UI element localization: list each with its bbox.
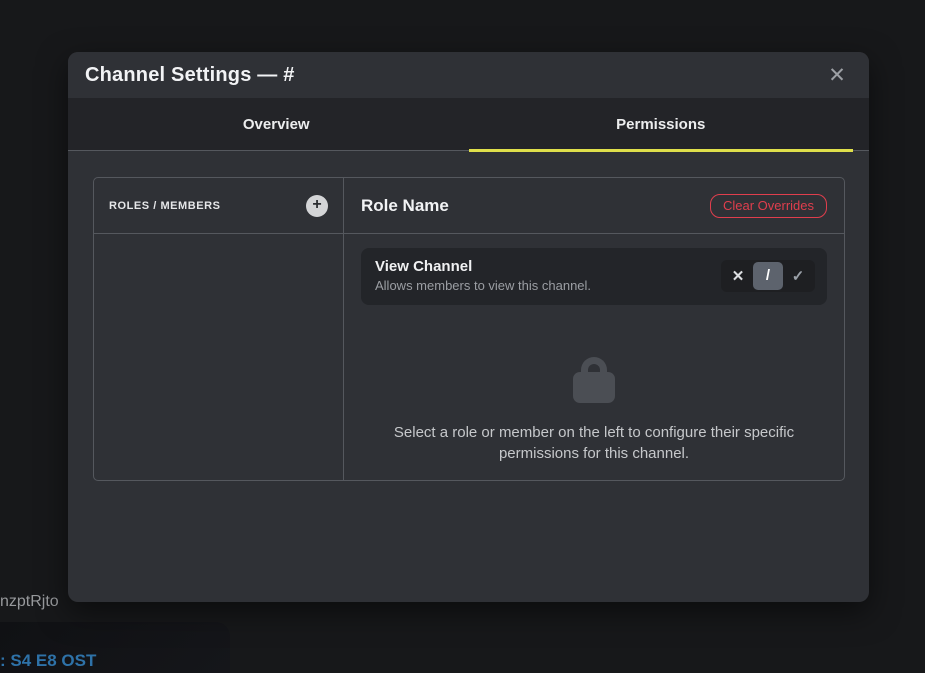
roles-members-header: ROLES / MEMBERS + bbox=[94, 178, 343, 234]
role-permissions-header: Role Name Clear Overrides bbox=[344, 178, 844, 234]
tab-overview[interactable]: Overview bbox=[84, 98, 469, 150]
permission-name: View Channel bbox=[375, 258, 591, 275]
tab-permissions[interactable]: Permissions bbox=[469, 98, 854, 150]
permission-text: View Channel Allows members to view this… bbox=[375, 258, 591, 293]
modal-title: Channel Settings — # bbox=[85, 64, 295, 87]
permission-description: Allows members to view this channel. bbox=[375, 278, 591, 293]
permission-tri-state-toggle: ✕ / ✓ bbox=[721, 260, 815, 292]
background-song-link[interactable]: : S4 E8 OST bbox=[0, 651, 96, 671]
lock-icon bbox=[572, 357, 616, 403]
permission-row-view-channel: View Channel Allows members to view this… bbox=[361, 248, 827, 305]
clear-overrides-button[interactable]: Clear Overrides bbox=[710, 194, 827, 218]
modal-header: Channel Settings — # ✕ bbox=[68, 52, 869, 98]
roles-members-list[interactable] bbox=[94, 234, 343, 480]
roles-members-panel: ROLES / MEMBERS + bbox=[94, 178, 344, 480]
tab-bar: Overview Permissions bbox=[68, 98, 869, 151]
allow-icon[interactable]: ✓ bbox=[783, 262, 813, 290]
background-partial-text: nzptRjto bbox=[0, 593, 59, 611]
inherit-icon[interactable]: / bbox=[753, 262, 783, 290]
modal-body: ROLES / MEMBERS + Role Name Clear Overri… bbox=[68, 151, 869, 481]
deny-icon[interactable]: ✕ bbox=[723, 262, 753, 290]
role-name-title: Role Name bbox=[361, 196, 449, 216]
empty-state: Select a role or member on the left to c… bbox=[344, 357, 844, 464]
permissions-panels: ROLES / MEMBERS + Role Name Clear Overri… bbox=[93, 177, 845, 481]
channel-settings-modal: Channel Settings — # ✕ Overview Permissi… bbox=[68, 52, 869, 602]
close-icon[interactable]: ✕ bbox=[823, 61, 851, 89]
add-role-icon[interactable]: + bbox=[306, 195, 328, 217]
empty-state-text: Select a role or member on the left to c… bbox=[368, 422, 820, 464]
role-permissions-panel: Role Name Clear Overrides View Channel A… bbox=[344, 178, 844, 480]
roles-members-label: ROLES / MEMBERS bbox=[109, 200, 221, 212]
